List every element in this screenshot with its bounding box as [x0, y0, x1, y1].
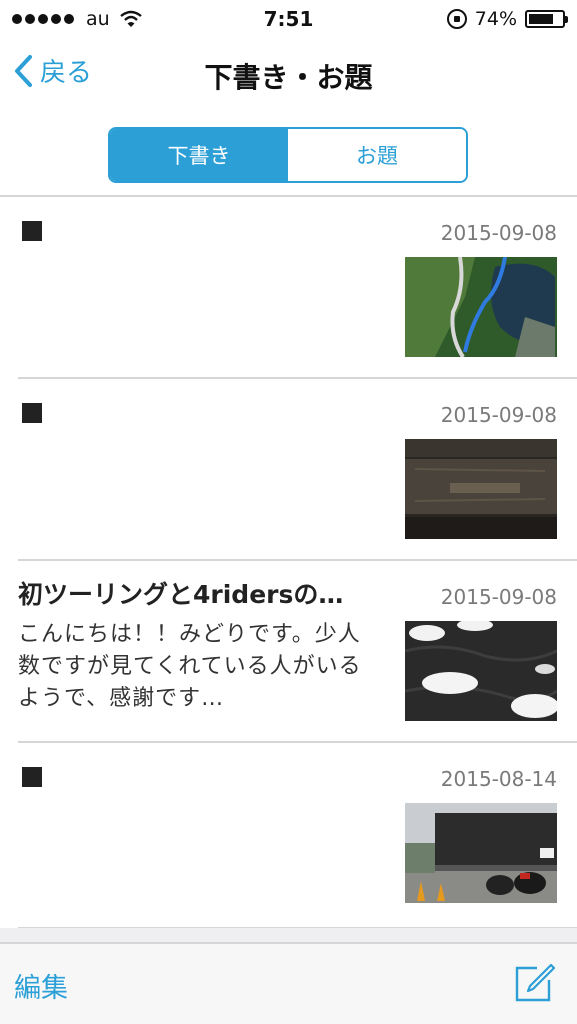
toolbar-separator — [0, 928, 577, 942]
navigation-bar: 戻る 下書き・お題 — [0, 38, 577, 112]
post-date: 2015-09-08 — [440, 403, 557, 427]
bottom-toolbar: 編集 — [0, 942, 577, 1024]
edit-button[interactable]: 編集 — [14, 966, 68, 1005]
segmented-control: 下書き お題 — [108, 127, 468, 183]
chevron-left-icon — [15, 54, 32, 87]
post-excerpt: こんにちは！！みどりです。少人数ですが見てくれている人がいるようで、感謝です… — [18, 622, 362, 711]
back-label: 戻る — [40, 58, 93, 88]
post-title-square: ■ — [22, 403, 42, 423]
list-item[interactable]: 初ツーリングと4ridersの… こんにちは！！みどりです。少人数ですが見てくれ… — [18, 561, 577, 743]
list-item[interactable]: ■ 2015-09-08 — [18, 197, 577, 379]
post-thumbnail-lake-map — [405, 257, 557, 357]
back-button[interactable]: 戻る — [12, 52, 92, 89]
signal-dots-icon — [12, 14, 74, 24]
orientation-lock-icon — [446, 9, 467, 29]
post-thumbnail-swans — [405, 621, 557, 721]
post-date: 2015-09-08 — [440, 221, 557, 245]
wifi-icon — [119, 10, 142, 27]
post-title-square: ■ — [22, 221, 42, 241]
list-item[interactable]: ■ 2015-08-14 — [18, 743, 577, 929]
compose-icon[interactable] — [513, 962, 555, 1004]
segment-drafts[interactable]: 下書き — [110, 129, 288, 181]
battery-icon — [525, 10, 568, 28]
post-thumbnail-garage — [405, 803, 557, 903]
carrier-label: au — [86, 8, 110, 30]
status-bar: au 7:51 74% — [0, 0, 577, 38]
battery-level — [529, 14, 553, 24]
battery-percent: 74% — [474, 8, 517, 30]
post-title-square: ■ — [22, 767, 42, 787]
draft-list: ■ 2015-09-08 ■ 2015-09-08 — [0, 197, 577, 929]
segment-topics[interactable]: お題 — [288, 129, 466, 181]
list-item[interactable]: ■ 2015-09-08 — [18, 379, 577, 561]
post-date: 2015-09-08 — [440, 585, 557, 609]
post-date: 2015-08-14 — [440, 767, 557, 791]
post-title: 初ツーリングと4ridersの… — [18, 580, 344, 609]
post-thumbnail-engine — [405, 439, 557, 539]
